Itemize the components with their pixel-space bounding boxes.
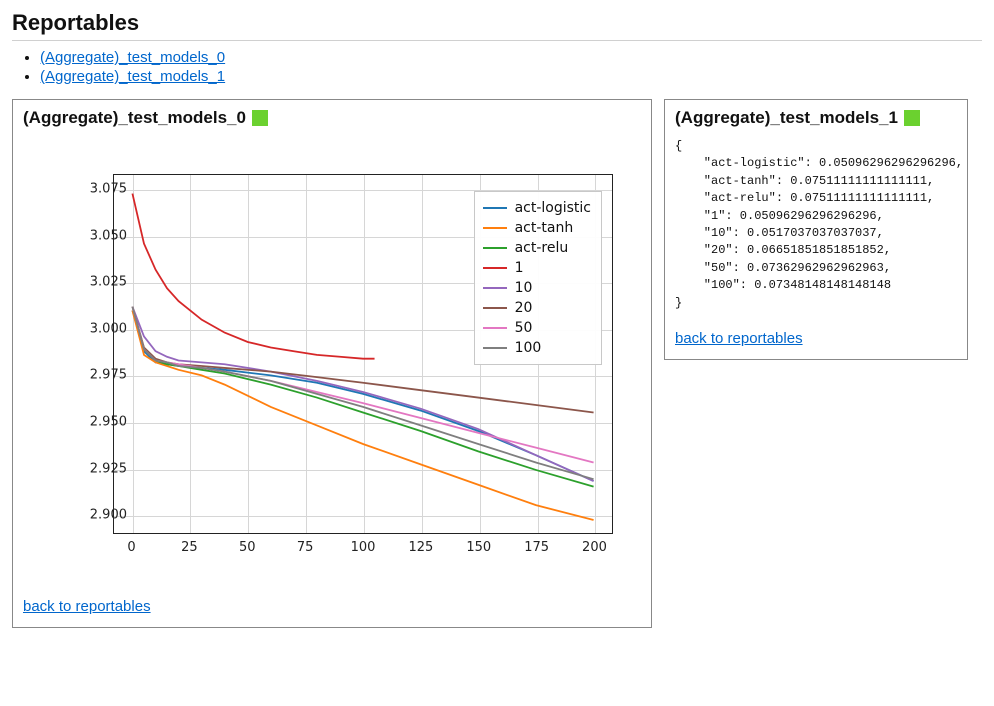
toc-link-0[interactable]: (Aggregate)_test_models_0: [40, 49, 225, 66]
divider: [12, 40, 982, 41]
toc-link-1[interactable]: (Aggregate)_test_models_1: [40, 68, 225, 85]
legend-item: 1: [483, 258, 591, 278]
legend-label: act-logistic: [515, 200, 591, 216]
y-tick: 3.025: [67, 275, 127, 290]
y-tick: 2.925: [67, 461, 127, 476]
legend-item: act-tanh: [483, 218, 591, 238]
legend-label: 20: [515, 300, 533, 316]
plot-area: act-logistic act-tanh act-relu 1 10 20 50 100: [113, 174, 613, 534]
y-tick: 2.975: [67, 368, 127, 383]
series-1: [132, 194, 374, 359]
legend-swatch: [483, 307, 507, 309]
x-tick: 0: [112, 540, 152, 555]
back-to-reportables-link[interactable]: back to reportables: [23, 598, 151, 615]
legend-item: 20: [483, 298, 591, 318]
panel-title-1: (Aggregate)_test_models_1: [675, 108, 898, 128]
x-tick: 150: [459, 540, 499, 555]
x-tick: 200: [574, 540, 614, 555]
chart-legend: act-logistic act-tanh act-relu 1 10 20 50 100: [474, 191, 602, 365]
x-tick: 75: [285, 540, 325, 555]
legend-label: 10: [515, 280, 533, 296]
legend-label: act-relu: [515, 240, 569, 256]
legend-label: 50: [515, 320, 533, 336]
json-output: { "act-logistic": 0.05096296296296296, "…: [675, 138, 957, 312]
y-tick: 3.000: [67, 321, 127, 336]
status-icon: [252, 110, 268, 126]
toc-list: (Aggregate)_test_models_0 (Aggregate)_te…: [12, 49, 982, 85]
y-tick: 2.950: [67, 415, 127, 430]
legend-swatch: [483, 327, 507, 329]
legend-swatch: [483, 227, 507, 229]
legend-label: 100: [515, 340, 542, 356]
panel-test-models-0: (Aggregate)_test_models_0 act-logisticac…: [12, 99, 652, 628]
legend-swatch: [483, 247, 507, 249]
page-title: Reportables: [12, 10, 982, 36]
x-tick: 175: [517, 540, 557, 555]
x-tick: 50: [227, 540, 267, 555]
legend-item: 10: [483, 278, 591, 298]
y-tick: 3.075: [67, 181, 127, 196]
legend-swatch: [483, 267, 507, 269]
legend-label: act-tanh: [515, 220, 574, 236]
legend-item: act-relu: [483, 238, 591, 258]
y-tick: 3.050: [67, 228, 127, 243]
legend-swatch: [483, 287, 507, 289]
legend-item: 100: [483, 338, 591, 358]
legend-item: act-logistic: [483, 198, 591, 218]
panel-test-models-1: (Aggregate)_test_models_1 { "act-logisti…: [664, 99, 968, 360]
status-icon: [904, 110, 920, 126]
panel-title-0: (Aggregate)_test_models_0: [23, 108, 246, 128]
y-tick: 2.900: [67, 508, 127, 523]
x-tick: 125: [401, 540, 441, 555]
x-tick: 100: [343, 540, 383, 555]
legend-item: 50: [483, 318, 591, 338]
back-to-reportables-link[interactable]: back to reportables: [675, 330, 803, 347]
legend-swatch: [483, 347, 507, 349]
x-tick: 25: [169, 540, 209, 555]
chart: act-logistic act-tanh act-relu 1 10 20 50 100 2…: [33, 164, 633, 584]
legend-swatch: [483, 207, 507, 209]
legend-label: 1: [515, 260, 524, 276]
